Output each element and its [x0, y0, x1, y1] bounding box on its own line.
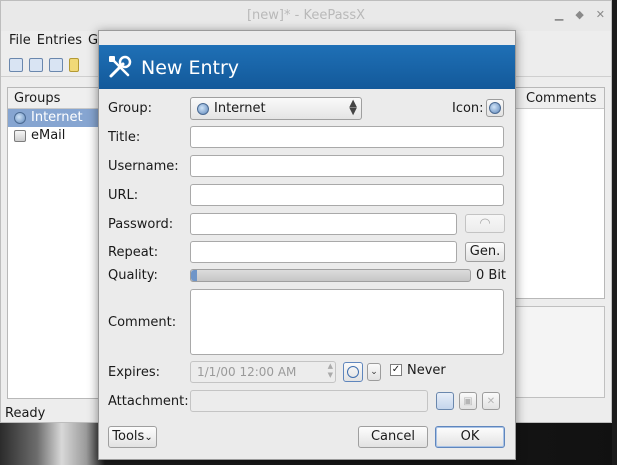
- close-icon[interactable]: ✕: [596, 8, 605, 21]
- spin-arrows-icon[interactable]: ▲ ▼: [328, 362, 333, 380]
- cancel-button[interactable]: Cancel: [358, 426, 428, 448]
- url-label: URL:: [108, 188, 139, 203]
- globe-icon: [14, 112, 26, 124]
- group-item-internet[interactable]: Internet: [8, 109, 102, 127]
- attachment-input[interactable]: [190, 390, 428, 412]
- calendar-button[interactable]: [343, 362, 363, 382]
- quality-progress-bar: [190, 269, 471, 282]
- save-attachment-icon[interactable]: ▣: [459, 392, 477, 410]
- reveal-password-button[interactable]: ◠: [465, 214, 505, 233]
- entries-list[interactable]: Comments: [515, 87, 605, 299]
- chevron-down-icon: ⌄: [144, 432, 153, 443]
- comment-label: Comment:: [108, 315, 177, 330]
- menu-entries[interactable]: Entries: [34, 31, 85, 51]
- eye-icon: ◠: [479, 216, 491, 231]
- column-header-comments[interactable]: Comments: [516, 88, 604, 109]
- group-item-email[interactable]: eMail: [8, 127, 102, 145]
- group-label: eMail: [31, 128, 66, 143]
- open-database-icon[interactable]: [29, 57, 43, 72]
- username-label: Username:: [108, 159, 179, 174]
- clock-icon: [347, 366, 359, 378]
- dialog-banner: New Entry: [99, 45, 515, 89]
- entry-details-panel: [515, 306, 605, 398]
- expires-label: Expires:: [108, 365, 160, 380]
- repeat-label: Repeat:: [108, 245, 159, 260]
- password-label: Password:: [108, 217, 174, 232]
- quality-value: 0 Bit: [476, 268, 507, 283]
- quality-progress-fill: [191, 270, 197, 281]
- save-database-icon[interactable]: [49, 57, 63, 72]
- window-title: [new]* - KeePassX: [1, 1, 611, 31]
- menu-file[interactable]: File: [6, 31, 34, 51]
- mail-icon: [14, 130, 26, 142]
- never-label: Never: [407, 363, 446, 378]
- chevron-updown-icon: ▲ ▼: [349, 98, 357, 117]
- groups-header[interactable]: Groups: [8, 88, 102, 109]
- status-bar: Ready: [5, 406, 46, 421]
- add-entry-icon[interactable]: [69, 57, 79, 72]
- globe-icon: [197, 102, 209, 115]
- window-controls: ▁ ◆ ✕: [555, 8, 605, 21]
- title-label: Title:: [108, 130, 141, 145]
- delete-attachment-icon[interactable]: ✕: [482, 392, 500, 410]
- repeat-password-input[interactable]: [190, 241, 457, 263]
- attachment-label: Attachment:: [108, 394, 189, 409]
- desktop-edge: [612, 0, 617, 465]
- group-select-value: Internet: [214, 101, 266, 116]
- quality-label: Quality:: [108, 268, 158, 283]
- maximize-icon[interactable]: ◆: [575, 8, 583, 21]
- comment-textarea[interactable]: [190, 289, 504, 355]
- group-label: Group:: [108, 101, 152, 116]
- ok-button[interactable]: OK: [435, 426, 505, 448]
- never-expires-checkbox[interactable]: ✓: [390, 364, 402, 376]
- minimize-icon[interactable]: ▁: [555, 8, 563, 21]
- tools-icon: [109, 55, 132, 78]
- chevron-down-icon[interactable]: ⌄: [367, 363, 381, 381]
- password-input[interactable]: [190, 213, 457, 235]
- expires-value: 1/1/00 12:00 AM: [197, 365, 297, 379]
- tools-button-label: Tools: [112, 429, 145, 444]
- open-attachment-icon[interactable]: [436, 392, 454, 410]
- group-label: Internet: [31, 110, 83, 125]
- globe-icon: [489, 102, 501, 114]
- new-database-icon[interactable]: [9, 57, 23, 72]
- icon-label: Icon:: [452, 101, 484, 116]
- dialog-title: New Entry: [141, 57, 240, 79]
- url-input[interactable]: [190, 184, 504, 206]
- new-entry-dialog: New Entry Group: Internet ▲ ▼ Icon: Title…: [98, 30, 516, 460]
- expires-datetime-input[interactable]: 1/1/00 12:00 AM ▲ ▼: [190, 361, 336, 383]
- title-input[interactable]: [190, 126, 504, 148]
- groups-tree[interactable]: Groups Internet eMail: [7, 87, 103, 399]
- tools-button[interactable]: Tools⌄: [108, 426, 157, 448]
- generate-password-button[interactable]: Gen.: [465, 242, 505, 262]
- group-select[interactable]: Internet ▲ ▼: [190, 97, 362, 120]
- username-input[interactable]: [190, 155, 504, 177]
- entry-icon-button[interactable]: [486, 99, 504, 117]
